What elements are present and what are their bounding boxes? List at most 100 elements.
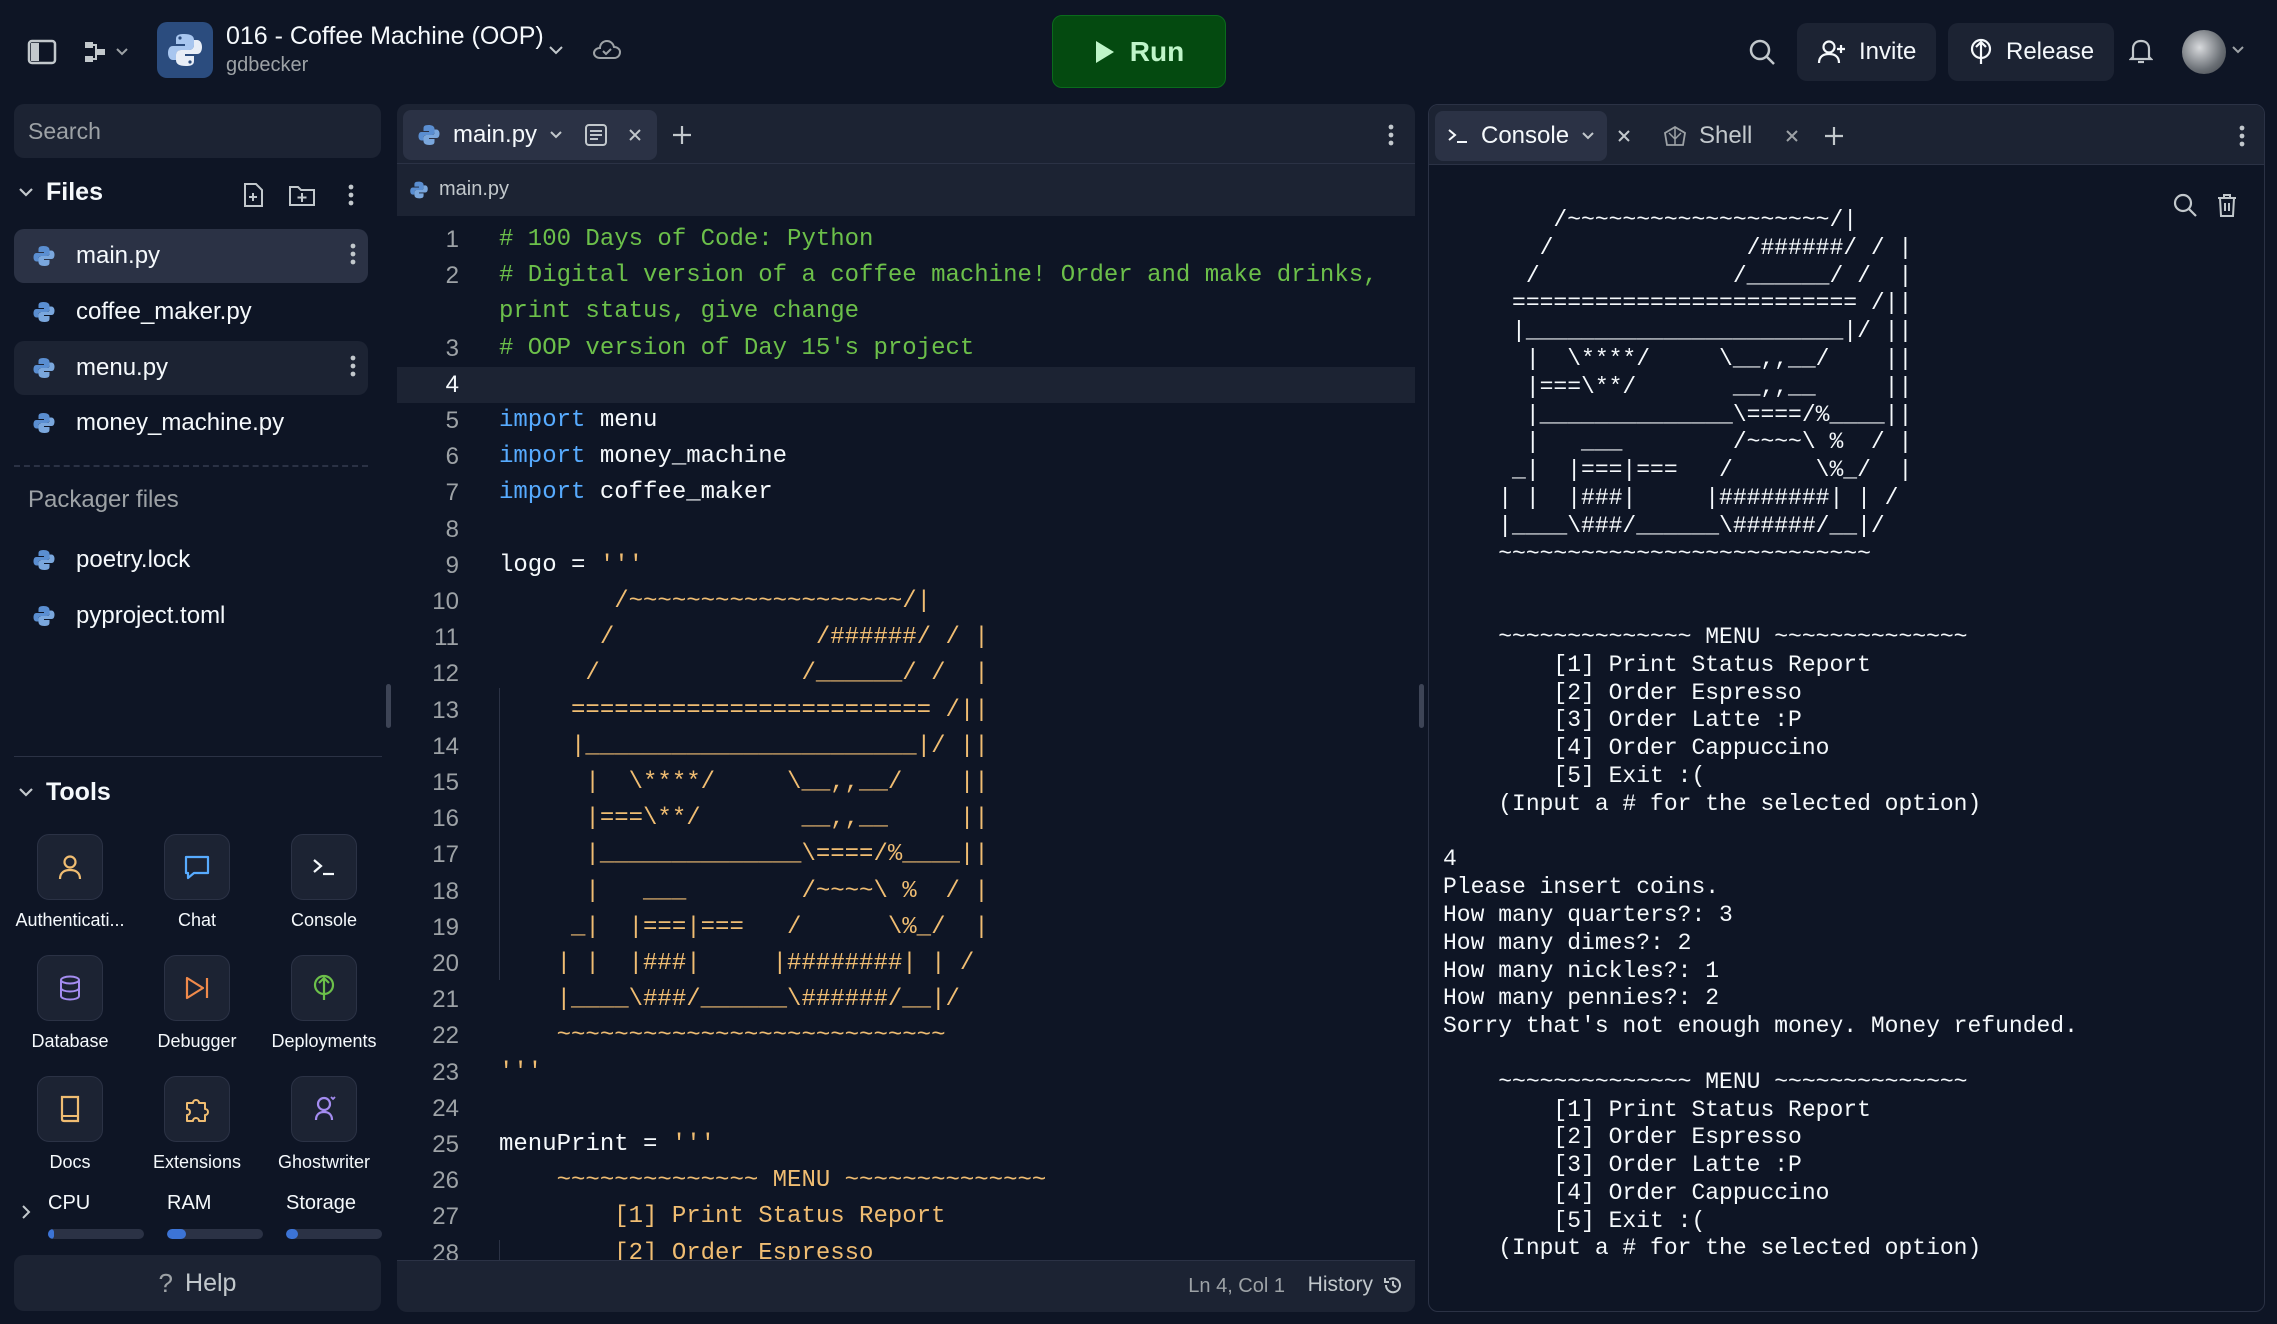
file-item-main-py[interactable]: main.py [14, 229, 368, 283]
sidebar-resize-handle[interactable] [386, 684, 391, 728]
line-number: 26 [432, 1167, 459, 1195]
close-icon[interactable] [627, 127, 643, 143]
file-item-coffee-maker-py[interactable]: coffee_maker.py [14, 285, 368, 339]
code-line[interactable]: 18 | ___ /~~~~\ % / | [397, 874, 1415, 910]
code-line[interactable]: 21 |____\###/______\######/__|/ [397, 982, 1415, 1018]
tool-ghostwriter[interactable]: Ghostwriter [264, 1076, 384, 1173]
search-input[interactable]: Search [14, 104, 381, 158]
resource-ram: RAM [167, 1192, 263, 1239]
tool-extensions[interactable]: Extensions [137, 1076, 257, 1173]
code-line[interactable]: print status, give change [397, 294, 1415, 330]
run-label: Run [1129, 35, 1185, 67]
tool-chat[interactable]: Chat [137, 834, 257, 931]
code-line[interactable]: 12 / /______/ / | [397, 656, 1415, 692]
tab-main-py[interactable]: main.py [403, 110, 658, 160]
sidebar-toggle-icon[interactable] [22, 34, 62, 70]
code-line[interactable]: 16 |===\**/ __,,__ || [397, 801, 1415, 837]
new-folder-icon[interactable] [286, 180, 318, 210]
file-item-menu-py[interactable]: menu.py [14, 341, 368, 395]
code-line[interactable]: 1 # 100 Days of Code: Python [397, 222, 1415, 258]
tool-deployments[interactable]: Deployments [264, 955, 384, 1052]
code-line[interactable]: 2 # Digital version of a coffee machine! … [397, 258, 1415, 294]
avatar[interactable] [2182, 30, 2226, 74]
breadcrumb[interactable]: main.py [409, 178, 509, 201]
code-line[interactable]: 27 [1] Print Status Report [397, 1199, 1415, 1235]
project-owner[interactable]: gdbecker [226, 54, 308, 77]
history-button[interactable]: History [1308, 1273, 1403, 1297]
tool-debugger[interactable]: Debugger [137, 955, 257, 1052]
chevron-down-icon[interactable] [2230, 44, 2246, 56]
code-line[interactable]: 3 # OOP version of Day 15's project [397, 331, 1415, 367]
chevron-down-icon[interactable] [1581, 131, 1595, 141]
close-icon[interactable] [1779, 123, 1805, 149]
tool-docs[interactable]: Docs [10, 1076, 130, 1173]
code-line[interactable]: 22 ~~~~~~~~~~~~~~~~~~~~~~~~~~~ [397, 1018, 1415, 1054]
file-menu-icon[interactable] [350, 243, 356, 265]
code-line[interactable]: 14 |_______________________|/ || [397, 729, 1415, 765]
tool-console[interactable]: Console [264, 834, 384, 931]
python-logo-icon[interactable] [157, 22, 213, 78]
code-line[interactable]: 15 | \****/ \__,,__/ || [397, 765, 1415, 801]
files-menu-icon[interactable] [340, 180, 362, 210]
code-line[interactable]: 8 [397, 512, 1415, 548]
file-menu-icon[interactable] [350, 355, 356, 377]
code-line[interactable]: 28 [2] Order Espresso [397, 1236, 1415, 1260]
code-line[interactable]: 26 ~~~~~~~~~~~~~~ MENU ~~~~~~~~~~~~~~ [397, 1163, 1415, 1199]
release-button[interactable]: Release [1948, 23, 2115, 81]
pane-menu-icon[interactable] [2232, 121, 2252, 151]
code-text: ~~~~~~~~~~~~~~~~~~~~~~~~~~~ [499, 1022, 946, 1049]
help-button[interactable]: ? Help [14, 1255, 381, 1311]
line-number: 16 [432, 805, 459, 833]
close-icon[interactable] [1611, 123, 1637, 149]
code-line[interactable]: 13 ========================= /|| [397, 693, 1415, 729]
file-item-money-machine-py[interactable]: money_machine.py [14, 396, 368, 450]
code-text: / /######/ / | [499, 624, 989, 651]
tab-console[interactable]: Console [1435, 111, 1608, 161]
code-line[interactable]: 17 |______________\====/%____|| [397, 837, 1415, 873]
tab-shell[interactable]: Shell [1651, 111, 1764, 161]
file-item-poetry-lock[interactable]: poetry.lock [14, 533, 368, 587]
code-line[interactable]: 6 import money_machine [397, 439, 1415, 475]
code-line[interactable]: 11 / /######/ / | [397, 620, 1415, 656]
project-title[interactable]: 016 - Coffee Machine (OOP) [226, 22, 544, 51]
new-file-icon[interactable] [238, 180, 268, 210]
code-text: |____\###/______\######/__|/ [499, 986, 960, 1013]
code-token: logo = [499, 551, 600, 579]
code-text: |______________\====/%____|| [499, 841, 988, 868]
line-number: 23 [432, 1058, 459, 1086]
cursor-position[interactable]: Ln 4, Col 1 [1188, 1275, 1285, 1298]
chevron-down-icon[interactable] [544, 38, 568, 62]
code-line[interactable]: 20 | | |###| |########| | / [397, 946, 1415, 982]
invite-button[interactable]: Invite [1797, 23, 1937, 81]
add-tab-icon[interactable] [667, 120, 697, 150]
workspace-menu-icon[interactable] [78, 34, 134, 70]
code-line[interactable]: 9 logo = ''' [397, 548, 1415, 584]
code-line[interactable]: 7 import coffee_maker [397, 475, 1415, 511]
search-icon[interactable] [1744, 34, 1780, 70]
code-line[interactable]: 24 [397, 1091, 1415, 1127]
bell-icon[interactable] [2124, 34, 2158, 68]
code-line[interactable]: 5 import menu [397, 403, 1415, 439]
file-item-pyproject-toml[interactable]: pyproject.toml [14, 589, 368, 643]
code-line[interactable]: 4 [397, 366, 1415, 403]
breadcrumb-label: main.py [439, 178, 510, 200]
chevron-down-icon[interactable] [549, 130, 563, 140]
code-line[interactable]: 25 menuPrint = ''' [397, 1127, 1415, 1163]
tools-section-header[interactable]: Tools [18, 778, 111, 807]
code-line[interactable]: 10 /~~~~~~~~~~~~~~~~~~~/| [397, 584, 1415, 620]
files-section-header[interactable]: Files [18, 178, 103, 207]
pane-resize-handle[interactable] [1419, 684, 1424, 728]
console-output[interactable]: /~~~~~~~~~~~~~~~~~~~/| / /######/ / | / … [1443, 207, 2253, 1297]
cloud-sync-icon[interactable] [590, 36, 624, 64]
code-line[interactable]: 19 _| |===|=== / \%_/ | [397, 910, 1415, 946]
run-button[interactable]: Run [1052, 15, 1226, 88]
line-number: 21 [432, 986, 459, 1014]
outline-icon[interactable] [583, 122, 609, 148]
chevron-right-icon[interactable] [16, 1200, 36, 1224]
add-tab-icon[interactable] [1819, 121, 1849, 151]
pane-menu-icon[interactable] [1381, 120, 1401, 150]
code-line[interactable]: 23 ''' [397, 1055, 1415, 1091]
tool-database[interactable]: Database [10, 955, 130, 1052]
tool-authentication[interactable]: Authenticati... [10, 834, 130, 931]
code-editor[interactable]: 1 # 100 Days of Code: Python 2 # Digital ve… [397, 216, 1415, 1260]
